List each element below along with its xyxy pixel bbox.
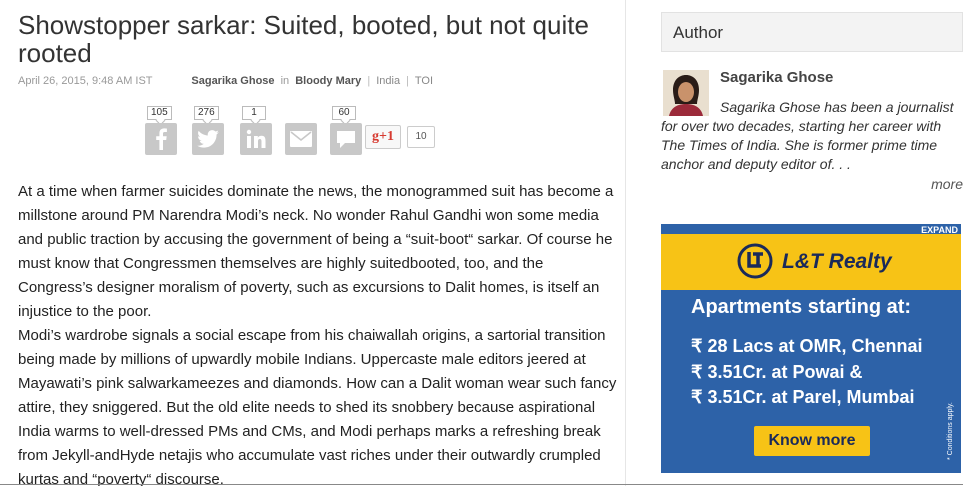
author-bio-first-line: Sagarika Ghose has been a journalist: [720, 99, 954, 115]
email-share-button[interactable]: [285, 123, 317, 155]
author-link[interactable]: Sagarika Ghose: [191, 75, 274, 87]
facebook-icon: [156, 128, 167, 150]
advertisement-banner[interactable]: EXPAND L&T Realty Apartments starting at…: [661, 224, 961, 473]
ad-price-line: ₹ 28 Lacs at OMR, Chennai: [691, 336, 923, 356]
article-title: Showstopper sarkar: Suited, booted, but …: [18, 10, 589, 68]
meta-separator: |: [406, 75, 410, 87]
article-paragraph: At a time when farmer suicides dominate …: [18, 183, 614, 320]
author-bio: Sagarika Ghose has been a journalist for…: [661, 98, 963, 174]
linkedin-share-button[interactable]: [240, 123, 272, 155]
ad-conditions-note: * Conditions apply.: [947, 402, 954, 460]
ad-price-line: ₹ 3.51Cr. at Parel, Mumbai: [691, 387, 915, 407]
meta-separator: |: [367, 75, 371, 87]
article-date: April 26, 2015, 9:48 AM IST: [18, 75, 153, 87]
google-plus-count: 10: [407, 126, 435, 148]
ad-know-more-button[interactable]: Know more: [754, 426, 870, 456]
article-meta: April 26, 2015, 9:48 AM IST Sagarika Gho…: [18, 75, 433, 87]
author-box-heading: Author: [673, 23, 724, 42]
linkedin-icon: [246, 129, 266, 148]
facebook-count: 105: [147, 106, 172, 120]
in-label: in: [280, 75, 290, 87]
ad-headline: Apartments starting at:: [691, 296, 912, 318]
comments-button[interactable]: [330, 123, 362, 155]
article-body: At a time when farmer suicides dominate …: [18, 180, 618, 486]
ad-brand: L&T Realty: [782, 250, 892, 273]
email-icon: [290, 131, 312, 147]
author-bio-rest: for over two decades, starting her caree…: [661, 118, 942, 172]
article-paragraph: Modi’s wardrobe signals a social escape …: [18, 327, 617, 486]
author-more-link[interactable]: more: [931, 176, 963, 192]
tag-link-toi[interactable]: TOI: [415, 75, 433, 87]
author-name-link[interactable]: Sagarika Ghose: [720, 69, 833, 86]
column-divider: [625, 0, 626, 486]
twitter-icon: [197, 130, 219, 148]
author-box-header: Author: [661, 12, 963, 52]
ad-price-line: ₹ 3.51Cr. at Powai &: [691, 362, 863, 382]
comments-count: 60: [332, 106, 356, 120]
tag-link-india[interactable]: India: [376, 75, 400, 87]
twitter-count: 276: [194, 106, 219, 120]
twitter-share-button[interactable]: [192, 123, 224, 155]
bottom-border: [0, 484, 963, 485]
comment-icon: [337, 130, 355, 148]
linkedin-count: 1: [242, 106, 266, 120]
lt-logo-icon: [736, 242, 774, 280]
blog-link[interactable]: Bloody Mary: [295, 75, 361, 87]
google-plus-button[interactable]: g+1: [365, 125, 401, 149]
facebook-share-button[interactable]: [145, 123, 177, 155]
